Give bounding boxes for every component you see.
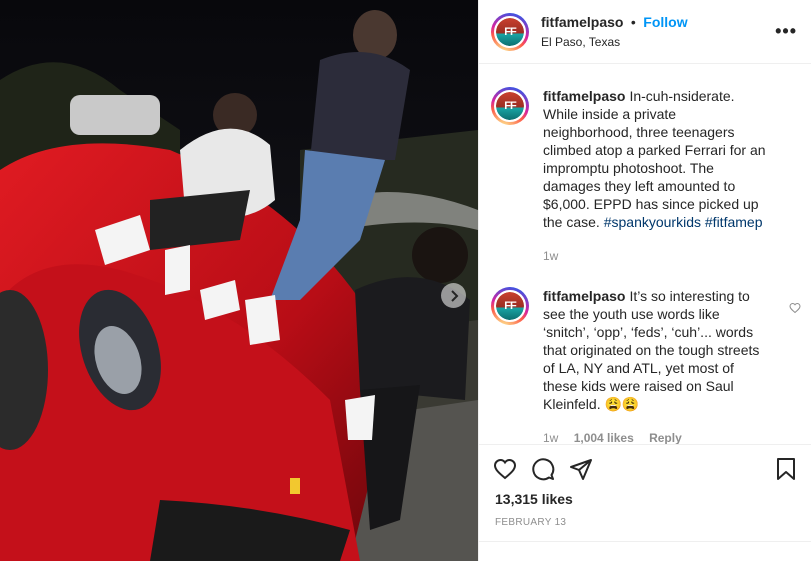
follow-button[interactable]: Follow: [643, 14, 687, 30]
post-photo[interactable]: [0, 0, 478, 561]
post-date[interactable]: FEBRUARY 13: [495, 517, 566, 528]
heart-icon[interactable]: [493, 457, 517, 486]
comment-time[interactable]: 1w: [543, 431, 558, 444]
comment-text: It’s so interesting to see the youth use…: [543, 288, 760, 412]
comment-username[interactable]: fitfamelpaso: [543, 288, 625, 304]
post-panel: FF fitfamelpaso • Follow El Paso, Texas …: [478, 0, 811, 561]
comment-username[interactable]: fitfamelpaso: [543, 88, 625, 104]
more-options-button[interactable]: •••: [775, 22, 797, 40]
header-username[interactable]: fitfamelpaso: [541, 14, 623, 30]
comment-item: FF fitfamelpaso It’s so interesting to se…: [479, 265, 811, 444]
post-header: FF fitfamelpaso • Follow El Paso, Texas …: [479, 0, 811, 64]
avatar-logo: FF: [496, 92, 524, 120]
reply-button[interactable]: Reply: [649, 431, 682, 444]
bookmark-icon[interactable]: [775, 457, 797, 486]
avatar[interactable]: FF: [491, 12, 529, 51]
comment-icon[interactable]: [531, 457, 555, 486]
separator-dot: •: [630, 14, 636, 30]
comment-meta: 1w 1,004 likes Reply: [543, 429, 767, 444]
caption-comment: FF fitfamelpaso In-cuh-nsiderate. While i…: [479, 65, 811, 265]
comment-text: In-cuh-nsiderate. While inside a private…: [543, 88, 766, 230]
comment-meta: 1w: [543, 247, 767, 265]
share-icon[interactable]: [569, 457, 593, 486]
avatar[interactable]: FF: [491, 87, 529, 125]
likes-count[interactable]: 13,315 likes: [495, 491, 573, 507]
photo-scene: [0, 0, 478, 561]
next-photo-button[interactable]: [441, 283, 466, 308]
comment-likes[interactable]: 1,004 likes: [574, 431, 634, 444]
avatar-logo: FF: [496, 17, 524, 46]
comments-list[interactable]: FF fitfamelpaso In-cuh-nsiderate. While i…: [479, 65, 811, 444]
avatar-logo: FF: [496, 292, 524, 320]
avatar[interactable]: FF: [491, 287, 529, 325]
location-link[interactable]: El Paso, Texas: [541, 35, 688, 50]
like-comment-heart-icon[interactable]: [789, 301, 801, 319]
chevron-right-icon: [450, 289, 458, 302]
comment-time[interactable]: 1w: [543, 249, 558, 263]
post-actions: 13,315 likes FEBRUARY 13: [479, 444, 811, 561]
hashtag-link[interactable]: #fitfamep: [705, 214, 763, 230]
add-comment-area[interactable]: [479, 541, 811, 572]
hashtag-link[interactable]: #spankyourkids: [604, 214, 701, 230]
